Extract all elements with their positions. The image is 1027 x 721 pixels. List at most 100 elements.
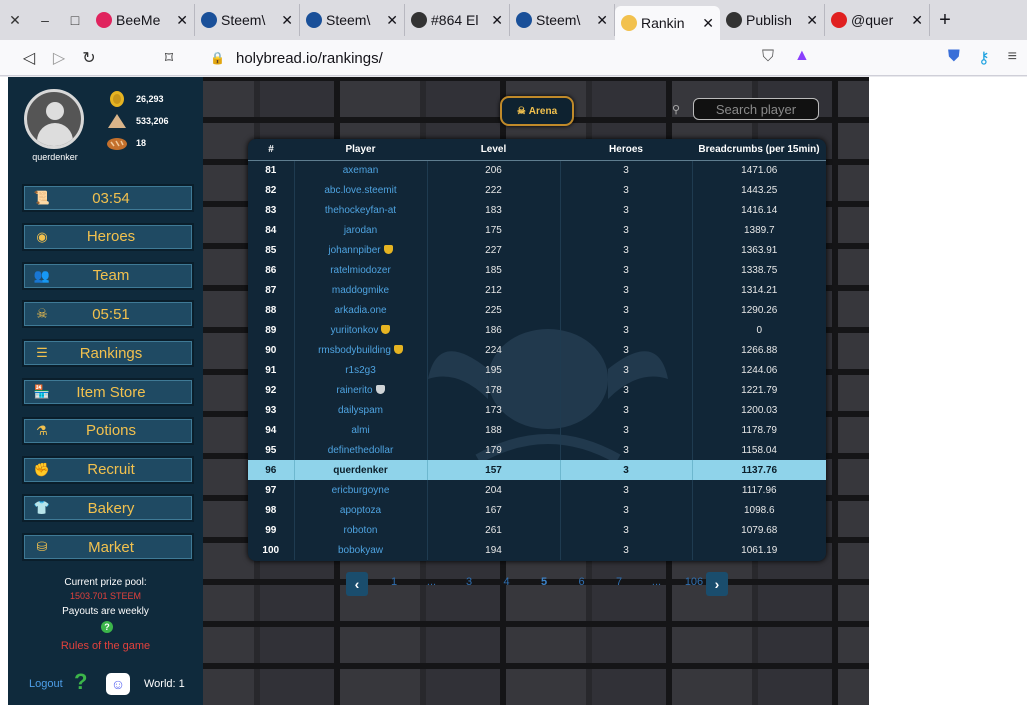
back-icon[interactable]: ◁ [14,48,44,68]
player-cell[interactable]: bobokyaw [293,540,427,560]
player-cell[interactable]: arkadia.one [293,300,427,320]
browser-tab[interactable]: BeeMe ✕ [90,4,195,36]
page-link[interactable]: 1 [379,576,409,588]
player-name[interactable]: rainerito [336,385,372,396]
browser-tab[interactable]: Rankin ✕ [615,6,720,40]
browser-tab[interactable]: Publish ✕ [720,4,825,36]
player-cell[interactable]: axeman [293,160,427,180]
player-cell[interactable]: apoptoza [293,500,427,520]
player-name[interactable]: dailyspam [338,405,383,416]
player-cell[interactable]: ratelmiodozer [293,260,427,280]
reload-icon[interactable]: ↻ [74,48,104,68]
maximize-window-icon[interactable]: □ [60,12,90,28]
page-link[interactable]: 3 [454,576,484,588]
tab-close-icon[interactable]: ✕ [596,12,608,29]
tab-close-icon[interactable]: ✕ [281,12,293,29]
player-name[interactable]: definethedollar [328,445,394,456]
player-cell[interactable]: thehockeyfan-at [293,200,427,220]
page-link[interactable]: 4 [492,576,522,588]
close-window-icon[interactable]: ✕ [0,12,30,29]
forward-icon[interactable]: ▷ [44,48,74,68]
brave-rewards-icon[interactable]: ▲ [794,47,810,65]
minimize-window-icon[interactable]: – [30,12,60,28]
browser-tab[interactable]: Steem\ ✕ [510,4,615,36]
player-cell[interactable]: rainerito [293,380,427,400]
menu-button-bakery[interactable]: 👕 Bakery [22,494,194,523]
wallet-extension-icon[interactable]: ⛊ [948,48,960,68]
browser-tab[interactable]: Steem\ ✕ [300,4,405,36]
help-icon[interactable]: ? [74,669,87,695]
tab-close-icon[interactable]: ✕ [702,15,714,32]
player-name[interactable]: ratelmiodozer [330,265,391,276]
player-cell[interactable]: rmsbodybuilding [293,340,427,360]
url-bar[interactable]: 🔒 holybread.io/rankings/ [210,44,830,72]
page-link[interactable]: 7 [604,576,634,588]
player-name[interactable]: maddogmike [332,285,389,296]
player-name[interactable]: rmsbodybuilding [318,345,391,356]
gold-badge-icon [381,324,391,334]
page-link[interactable]: 6 [567,576,597,588]
menu-button-item-store[interactable]: 🏪 Item Store [22,378,194,406]
tab-close-icon[interactable]: ✕ [806,12,818,29]
menu-button-potions[interactable]: ⚗ Potions [22,416,194,445]
player-cell[interactable]: definethedollar [293,440,427,460]
arena-button[interactable]: ☠ Arena [500,96,574,126]
player-name[interactable]: r1s2g3 [345,365,376,376]
tab-close-icon[interactable]: ✕ [491,12,503,29]
menu-button-rankings[interactable]: ☰ Rankings [22,339,194,368]
player-name[interactable]: apoptoza [340,505,381,516]
browser-tab[interactable]: @quer ✕ [825,4,930,36]
brave-shield-icon[interactable]: ⛉ [762,48,774,66]
player-cell[interactable]: johannpiber [293,240,427,260]
player-name[interactable]: abc.love.steemit [324,185,396,196]
player-name[interactable]: arkadia.one [334,305,386,316]
player-cell[interactable]: roboton [293,520,427,540]
player-cell[interactable]: yuriitonkov [293,320,427,340]
breadcrumbs-cell: 1443.25 [691,180,826,200]
search-input[interactable] [693,98,819,120]
player-cell[interactable]: ericburgoyne [293,480,427,500]
player-name[interactable]: almi [351,425,369,436]
player-cell[interactable]: r1s2g3 [293,360,427,380]
keychain-extension-icon[interactable]: ⚷ [978,48,990,68]
player-cell[interactable]: maddogmike [293,280,427,300]
player-name[interactable]: johannpiber [328,245,380,256]
bookmark-icon[interactable]: ⌑ [154,48,184,68]
player-name[interactable]: jarodan [344,225,377,236]
player-cell[interactable]: jarodan [293,220,427,240]
player-cell[interactable]: almi [293,420,427,440]
menu-icon[interactable]: ≡ [1008,48,1017,68]
payout-help-icon[interactable]: ? [101,621,113,633]
player-name[interactable]: bobokyaw [338,545,383,556]
prev-page-button[interactable]: ‹ [346,572,368,596]
browser-tab[interactable]: Steem\ ✕ [195,4,300,36]
tab-close-icon[interactable]: ✕ [176,12,188,29]
list-icon: ☰ [36,345,48,361]
player-name[interactable]: axeman [343,165,379,176]
menu-button-03-54[interactable]: 📜 03:54 [22,184,194,212]
player-name[interactable]: querdenker [333,465,387,476]
logout-link[interactable]: Logout [29,678,63,690]
page-link[interactable]: 5 [529,576,559,588]
rules-link[interactable]: Rules of the game [8,640,203,652]
menu-button-recruit[interactable]: ✊ Recruit [22,455,194,484]
avatar[interactable] [24,89,84,149]
player-name[interactable]: yuriitonkov [331,325,379,336]
browser-tab[interactable]: #864 El ✕ [405,4,510,36]
player-name[interactable]: ericburgoyne [332,485,390,496]
menu-button-market[interactable]: ⛁ Market [22,533,194,562]
tab-close-icon[interactable]: ✕ [911,12,923,29]
player-cell[interactable]: dailyspam [293,400,427,420]
menu-button-05-51[interactable]: ☠ 05:51 [22,300,194,329]
player-cell[interactable]: querdenker [293,460,427,480]
menu-button-heroes[interactable]: ◉ Heroes [22,222,194,251]
new-tab-button[interactable]: + [930,9,960,32]
discord-icon[interactable]: ☺ [106,673,130,695]
next-page-button[interactable]: › [706,572,728,596]
menu-button-team[interactable]: 👥 Team [22,261,194,290]
page-link[interactable]: 106 [679,576,709,588]
player-name[interactable]: roboton [344,525,378,536]
player-name[interactable]: thehockeyfan-at [325,205,396,216]
tab-close-icon[interactable]: ✕ [386,12,398,29]
player-cell[interactable]: abc.love.steemit [293,180,427,200]
